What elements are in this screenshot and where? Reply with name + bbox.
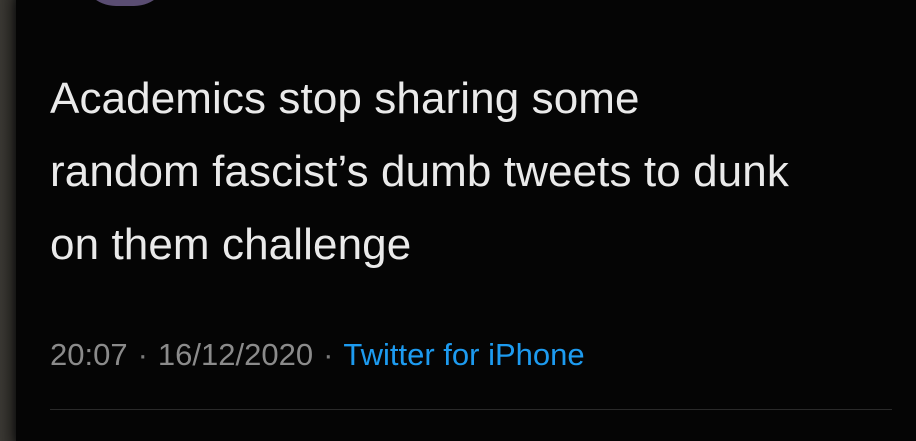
meta-separator: ·	[323, 337, 334, 372]
tweet-date: 16/12/2020	[157, 337, 314, 372]
meta-separator: ·	[137, 337, 148, 372]
tweet-source-link[interactable]: Twitter for iPhone	[343, 337, 584, 373]
tweet-text: Academics stop sharing some random fasci…	[50, 74, 789, 269]
avatar[interactable]	[80, 0, 170, 6]
tweet-time: 20:07	[50, 337, 128, 372]
tweet-card: Academics stop sharing some random fasci…	[16, 0, 916, 441]
divider	[50, 409, 892, 410]
screenshot-frame: Academics stop sharing some random fasci…	[0, 0, 916, 441]
tweet-meta: 20:07 · 16/12/2020 · Twitter for iPhone	[50, 333, 585, 377]
